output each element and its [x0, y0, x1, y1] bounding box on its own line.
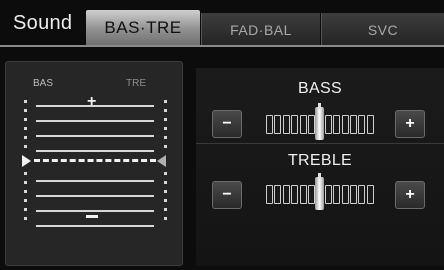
slider-center-mark: [318, 103, 322, 109]
grid-line: [36, 120, 154, 122]
slider-tick: [358, 185, 366, 204]
slider-tick: [274, 185, 282, 204]
bass-increase-button[interactable]: +: [395, 110, 425, 138]
header-bar: Sound BAS·TRE FAD·BAL SVC: [0, 0, 444, 46]
slider-tick: [366, 185, 374, 204]
slider-tick: [308, 185, 315, 204]
slider-tick: [341, 185, 349, 204]
slider-tick: [291, 185, 299, 204]
slider-tick: [299, 185, 307, 204]
slider-tick: [299, 115, 307, 134]
slider-tick: [341, 115, 349, 134]
level-grid: [36, 105, 154, 227]
slider-tick: [282, 185, 290, 204]
slider-tick: [350, 185, 357, 204]
slider-tick: [333, 115, 341, 134]
slider-tick: [266, 115, 273, 134]
slider-thumb[interactable]: [315, 177, 325, 210]
slider-center-mark: [318, 173, 322, 179]
tab-fad-bal[interactable]: FAD·BAL: [201, 13, 320, 46]
grid-line: [36, 195, 154, 197]
grid-line: [36, 180, 154, 182]
treble-increase-button[interactable]: +: [395, 181, 425, 209]
slider-tick: [324, 115, 332, 134]
bass-level-slider[interactable]: [266, 103, 376, 140]
header-divider: [0, 45, 444, 47]
grid-line: [36, 135, 154, 137]
slider-tick: [266, 185, 273, 204]
bas-label: BAS: [33, 78, 54, 89]
slider-tick: [282, 115, 290, 134]
slider-tick: [366, 115, 374, 134]
page-title: Sound: [13, 12, 73, 34]
grid-line: [36, 225, 154, 227]
tab-bas-tre[interactable]: BAS·TRE: [86, 10, 200, 46]
slider-thumb[interactable]: [315, 107, 325, 140]
graph-minus-marker: [86, 215, 98, 218]
grid-line: [36, 150, 154, 152]
treble-decrease-button[interactable]: −: [212, 181, 242, 209]
slider-tick: [308, 115, 315, 134]
slider-tick: [350, 115, 357, 134]
controls-divider: [196, 143, 444, 144]
bass-label: BASS: [298, 80, 342, 97]
tab-svc[interactable]: SVC: [321, 13, 444, 46]
level-center-line: [34, 159, 156, 162]
grid-line: [36, 210, 154, 212]
slider-tick: [324, 185, 332, 204]
graph-plus-marker: +: [87, 93, 97, 110]
treble-label: TREBLE: [287, 152, 353, 169]
slider-tick: [358, 115, 366, 134]
tre-label: TRE: [126, 78, 146, 89]
slider-tick: [333, 185, 341, 204]
treble-level-slider[interactable]: [266, 173, 376, 210]
bas-level-arrow-icon: [22, 155, 31, 167]
slider-tick: [274, 115, 282, 134]
bass-decrease-button[interactable]: −: [212, 110, 242, 138]
tre-level-arrow-icon: [157, 155, 166, 167]
slider-tick: [291, 115, 299, 134]
